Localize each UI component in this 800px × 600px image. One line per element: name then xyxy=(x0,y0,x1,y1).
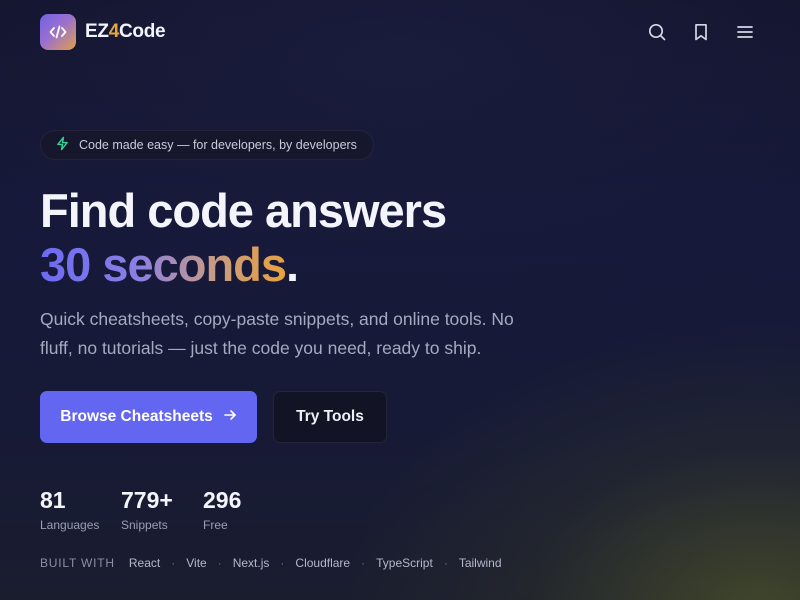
stat-languages: 81 Languages xyxy=(40,486,121,532)
separator-dot: · xyxy=(217,556,222,570)
header-actions xyxy=(646,21,756,43)
stat-value: 81 xyxy=(40,487,66,513)
brand-name-suffix: Code xyxy=(118,21,166,42)
try-tools-button[interactable]: Try Tools xyxy=(273,391,387,443)
lightning-icon xyxy=(55,136,70,154)
tech-item-typescript: TypeScript xyxy=(376,556,433,570)
bookmark-icon[interactable] xyxy=(690,21,712,43)
stats-row: 81 Languages 779+ Snippets 296 Free xyxy=(40,486,241,532)
menu-icon[interactable] xyxy=(734,21,756,43)
separator-dot: · xyxy=(171,556,176,570)
brand-name-accent: 4 xyxy=(108,21,120,42)
stat-label: Languages xyxy=(40,518,100,532)
browse-cheatsheets-label: Browse Cheatsheets xyxy=(60,408,213,425)
stat-free: 296 Free xyxy=(203,486,241,532)
headline-highlight: 30 seconds xyxy=(40,238,287,291)
badge-text: Code made easy — for developers, by deve… xyxy=(79,138,357,152)
stat-label: Snippets xyxy=(121,518,168,532)
headline-period: . xyxy=(286,238,299,291)
stat-value: 779+ xyxy=(121,487,173,513)
arrow-right-icon xyxy=(223,408,237,427)
code-icon xyxy=(40,14,76,50)
try-tools-label: Try Tools xyxy=(296,408,364,425)
top-nav: EZ4Code xyxy=(0,0,800,64)
brand-name-prefix: EZ xyxy=(85,21,109,42)
stat-label: Free xyxy=(203,518,228,532)
tech-item-tailwind: Tailwind xyxy=(458,556,502,570)
tech-item-nextjs: Next.js xyxy=(232,556,270,570)
headline-line1: Find code answers xyxy=(40,184,447,237)
hero-headline: Find code answers 30 seconds. xyxy=(40,184,447,292)
separator-dot: · xyxy=(361,556,366,570)
built-with-row: BUILT WITH React · Vite · Next.js · Clou… xyxy=(40,556,502,570)
stat-snippets: 779+ Snippets xyxy=(121,486,203,532)
browse-cheatsheets-button[interactable]: Browse Cheatsheets xyxy=(40,391,257,443)
built-with-label: BUILT WITH xyxy=(40,556,115,570)
stat-value: 296 xyxy=(203,487,242,513)
tagline-badge: Code made easy — for developers, by deve… xyxy=(40,130,374,160)
tech-item-cloudflare: Cloudflare xyxy=(295,556,351,570)
hero-subtitle: Quick cheatsheets, copy-paste snippets, … xyxy=(40,309,514,358)
separator-dot: · xyxy=(443,556,448,570)
tech-item-vite: Vite xyxy=(186,556,207,570)
search-icon[interactable] xyxy=(646,21,668,43)
brand-logo-link[interactable]: EZ4Code xyxy=(40,14,166,50)
separator-dot: · xyxy=(280,556,285,570)
tech-item-react: React xyxy=(128,556,161,570)
brand-name: EZ4Code xyxy=(85,21,166,43)
headline-line2: 30 seconds. xyxy=(40,238,446,292)
